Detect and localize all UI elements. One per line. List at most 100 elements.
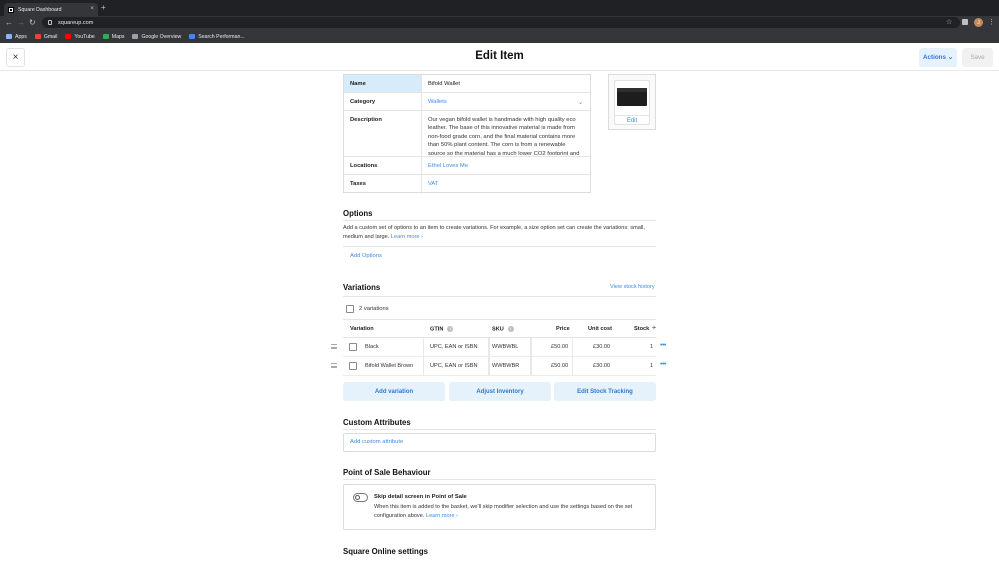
locations-value[interactable]: Ethel Loves Me xyxy=(422,157,590,174)
category-value: Wallets xyxy=(428,99,447,105)
more-options-icon[interactable]: ••• xyxy=(660,361,666,368)
item-details-form: Name Bifold Wallet Category Wallets ⌄ De… xyxy=(343,74,591,194)
wallet-image-flap xyxy=(617,88,647,92)
name-row: Name Bifold Wallet xyxy=(344,75,590,93)
column-price: Price xyxy=(556,326,570,332)
variations-table-header: Variation GTIN i SKU i Price Unit cost Sto… xyxy=(343,319,656,338)
browser-tab[interactable]: Square Dashboard × xyxy=(4,3,98,16)
description-label: Description xyxy=(344,111,422,156)
forward-icon[interactable]: → xyxy=(17,18,25,27)
skip-detail-title: Skip detail screen in Point of Sale xyxy=(374,494,467,500)
unit-cost-value[interactable]: £30.00 xyxy=(593,363,610,369)
options-heading: Options xyxy=(343,209,373,218)
variation-row: Black UPC, EAN or ISBN WWBWBL £50.00 £30… xyxy=(331,338,666,357)
back-icon[interactable]: ← xyxy=(5,18,13,27)
page-title: Edit Item xyxy=(475,50,524,62)
description-row: Description Our vegan bifold wallet is h… xyxy=(344,111,590,157)
add-options-link[interactable]: Add Options xyxy=(350,253,382,259)
sku-value: WWBWBR xyxy=(492,363,520,369)
adjust-inventory-button[interactable]: Adjust Inventory xyxy=(449,382,551,401)
bookmark-search-performance[interactable]: Search Performan... xyxy=(189,34,245,40)
bookmark-apps[interactable]: Apps xyxy=(6,34,27,40)
profile-avatar[interactable]: J xyxy=(974,18,983,27)
drag-handle-icon[interactable] xyxy=(331,363,337,368)
youtube-icon xyxy=(65,34,72,39)
new-tab-icon[interactable]: + xyxy=(101,4,106,12)
locations-row: Locations Ethel Loves Me xyxy=(344,157,590,175)
sku-value: WWBWBL xyxy=(492,344,519,350)
reload-icon[interactable]: ↻ xyxy=(29,18,36,27)
toggle-knob xyxy=(355,495,360,500)
add-column-icon[interactable]: + xyxy=(652,325,656,332)
header-divider xyxy=(0,70,999,71)
variations-divider xyxy=(343,296,656,297)
stock-value[interactable]: 1 xyxy=(650,344,653,350)
options-divider xyxy=(343,220,656,221)
options-description: Add a custom set of options to an item t… xyxy=(343,225,645,240)
category-label: Category xyxy=(344,93,422,110)
variations-heading: Variations xyxy=(343,283,381,292)
variation-checkbox[interactable] xyxy=(349,343,357,351)
variation-checkbox[interactable] xyxy=(349,362,357,370)
bookmark-maps[interactable]: Maps xyxy=(102,34,124,40)
category-select[interactable]: Wallets ⌄ xyxy=(422,93,590,110)
bookmark-youtube[interactable]: YouTube xyxy=(65,34,95,40)
gtin-placeholder: UPC, EAN or ISBN xyxy=(430,363,478,369)
column-unit-cost: Unit cost xyxy=(588,326,612,332)
sku-info-icon[interactable]: i xyxy=(507,326,514,332)
add-variation-button[interactable]: Add variation xyxy=(343,382,445,401)
apps-icon xyxy=(6,34,12,39)
browser-menu-icon[interactable]: ⋮ xyxy=(988,18,995,27)
image-edit-button[interactable]: Edit xyxy=(614,115,650,125)
extensions-icon[interactable] xyxy=(962,19,968,25)
maps-icon xyxy=(102,34,109,39)
add-custom-attribute-link[interactable]: Add custom attribute xyxy=(350,439,403,445)
price-value: £50.00 xyxy=(551,344,569,350)
tab-close-icon[interactable]: × xyxy=(90,6,94,13)
pos-learn-more-link[interactable]: Learn more › xyxy=(426,513,458,519)
actions-button[interactable]: Actions ⌄ xyxy=(919,48,957,67)
taxes-label: Taxes xyxy=(344,175,422,194)
gtin-placeholder: UPC, EAN or ISBN xyxy=(430,344,478,350)
category-row: Category Wallets ⌄ xyxy=(344,93,590,111)
select-all-checkbox[interactable] xyxy=(346,305,354,313)
taxes-row: Taxes VAT xyxy=(344,175,590,194)
bookmark-google-overview[interactable]: Google Overview xyxy=(132,34,181,40)
variation-count: 2 variations xyxy=(359,306,389,312)
name-label: Name xyxy=(344,75,422,92)
description-textarea[interactable]: Our vegan bifold wallet is handmade with… xyxy=(422,111,590,155)
options-learn-more-link[interactable]: Learn more › xyxy=(391,234,423,240)
edit-stock-tracking-button[interactable]: Edit Stock Tracking xyxy=(554,382,656,401)
search-performance-icon xyxy=(189,34,196,39)
column-gtin: GTIN i xyxy=(430,326,454,332)
unit-cost-value[interactable]: £30.00 xyxy=(593,344,610,350)
drag-handle-icon[interactable] xyxy=(331,344,337,349)
bookmarks-bar: Apps Gmail YouTube Maps Google Overview … xyxy=(0,30,999,43)
custom-attributes-heading: Custom Attributes xyxy=(343,418,411,427)
price-value: £50.00 xyxy=(551,363,569,369)
gmail-icon xyxy=(34,34,41,39)
square-online-heading: Square Online settings xyxy=(343,547,428,556)
chevron-down-icon: ⌄ xyxy=(577,100,583,106)
options-divider-2 xyxy=(343,246,656,247)
address-bar[interactable]: squareup.com xyxy=(42,17,960,28)
name-input[interactable]: Bifold Wallet xyxy=(422,75,590,92)
gtin-info-icon[interactable]: i xyxy=(447,326,454,332)
more-options-icon[interactable]: ••• xyxy=(660,342,666,349)
variation-name[interactable]: Bifold Wallet Brown xyxy=(365,363,413,369)
google-overview-icon xyxy=(132,34,139,39)
stock-value[interactable]: 1 xyxy=(650,363,653,369)
column-sku: SKU i xyxy=(492,326,514,332)
square-favicon-icon xyxy=(8,6,14,13)
column-stock: Stock xyxy=(634,326,650,332)
view-stock-history-link[interactable]: View stock history xyxy=(610,284,655,290)
variation-row: Bifold Wallet Brown UPC, EAN or ISBN WWB… xyxy=(331,357,666,376)
save-button[interactable]: Save xyxy=(962,48,993,67)
bookmark-star-icon[interactable]: ☆ xyxy=(946,18,952,27)
browser-tab-strip xyxy=(0,0,999,16)
taxes-value[interactable]: VAT xyxy=(422,175,590,194)
variation-name[interactable]: Black xyxy=(365,344,379,350)
tab-title: Square Dashboard xyxy=(18,6,62,13)
pos-divider xyxy=(343,479,656,480)
bookmark-gmail[interactable]: Gmail xyxy=(34,34,57,40)
